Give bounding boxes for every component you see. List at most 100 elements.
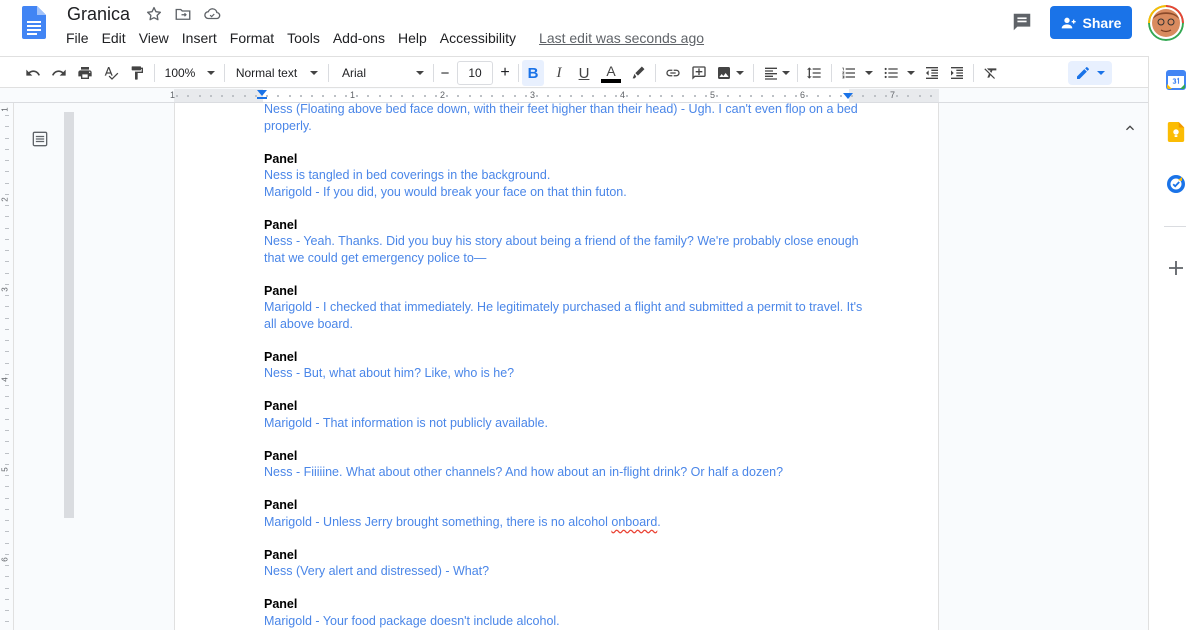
dialogue-line[interactable]: Ness - Yeah. Thanks. Did you buy his sto… — [264, 233, 864, 266]
ruler-tick — [547, 95, 549, 97]
print-icon[interactable] — [74, 60, 96, 86]
script-block: Panel Ness - But, what about him? Like, … — [264, 349, 864, 382]
document-title[interactable]: Granica — [67, 4, 130, 25]
panel-heading[interactable]: Panel — [264, 151, 864, 168]
spellcheck-icon[interactable] — [100, 60, 122, 86]
menu-tools[interactable]: Tools — [287, 30, 320, 46]
plus-icon[interactable] — [1166, 258, 1186, 278]
panel-heading[interactable]: Panel — [264, 448, 864, 465]
toolbar-divider — [797, 64, 798, 82]
font-size-input[interactable]: 10 — [457, 61, 493, 85]
ruler-tick — [5, 621, 9, 622]
docs-logo-icon[interactable] — [22, 6, 46, 39]
person-add-icon — [1061, 17, 1076, 28]
script-block: Panel Ness is tangled in bed coverings i… — [264, 151, 864, 201]
clear-formatting-icon[interactable] — [980, 60, 1002, 86]
ruler-tick — [5, 475, 9, 476]
menu-accessibility[interactable]: Accessibility — [440, 30, 516, 46]
script-block: Ness (Floating above bed face down, with… — [264, 103, 864, 134]
avatar[interactable] — [1148, 5, 1184, 41]
dialogue-line[interactable]: Marigold - Unless Jerry brought somethin… — [264, 514, 864, 531]
vertical-ruler[interactable]: 1 2 3 4 5 6 — [0, 103, 14, 630]
chevron-up-icon[interactable] — [1122, 120, 1138, 136]
editing-mode-button[interactable] — [1068, 61, 1112, 85]
dialogue-line[interactable]: Marigold - If you did, you would break y… — [264, 184, 864, 201]
line-spacing-icon[interactable] — [803, 60, 825, 86]
menu-view[interactable]: View — [139, 30, 169, 46]
last-edit-link[interactable]: Last edit was seconds ago — [539, 30, 704, 46]
underline-button[interactable]: U — [573, 60, 595, 86]
ruler-tick — [604, 95, 606, 97]
font-select[interactable]: Arial — [338, 60, 428, 86]
keep-icon[interactable] — [1166, 122, 1186, 142]
dialogue-line[interactable]: Marigold - That information is not publi… — [264, 415, 864, 432]
numbered-list-icon[interactable] — [838, 60, 876, 86]
highlight-icon[interactable] — [627, 60, 649, 86]
dialogue-line[interactable]: Marigold - I checked that immediately. H… — [264, 299, 864, 332]
folder-move-icon[interactable] — [173, 4, 193, 24]
ruler-tick — [5, 554, 9, 555]
style-value: Normal text — [235, 66, 298, 80]
header: Granica File Edit View Insert Format Too… — [0, 0, 1200, 56]
dialogue-line[interactable]: Ness (Floating above bed face down, with… — [264, 103, 864, 134]
calendar-icon[interactable] — [1166, 70, 1186, 90]
dialogue-line[interactable]: Marigold - Your food package doesn't inc… — [264, 613, 864, 630]
italic-button[interactable]: I — [548, 60, 570, 86]
horizontal-ruler[interactable]: 1 1 2 3 4 5 6 7 — [0, 89, 1148, 103]
star-icon[interactable] — [144, 4, 164, 24]
insert-image-icon[interactable] — [714, 60, 746, 86]
dialogue-line[interactable]: Ness (Very alert and distressed) - What? — [264, 563, 864, 580]
panel-heading[interactable]: Panel — [264, 398, 864, 415]
misspelled-word[interactable]: onboard — [611, 515, 657, 529]
panel-heading[interactable]: Panel — [264, 349, 864, 366]
menu-help[interactable]: Help — [398, 30, 427, 46]
menu-file[interactable]: File — [66, 30, 89, 46]
ruler-tick — [5, 329, 9, 330]
document-body[interactable]: Ness (Floating above bed face down, with… — [264, 103, 864, 630]
undo-icon[interactable] — [22, 60, 44, 86]
ruler-tick — [5, 464, 9, 465]
panel-heading[interactable]: Panel — [264, 497, 864, 514]
ruler-tick — [896, 95, 898, 97]
cloud-saved-icon[interactable] — [202, 4, 222, 24]
document-page[interactable]: Ness (Floating above bed face down, with… — [174, 103, 939, 630]
bulleted-list-icon[interactable] — [880, 60, 918, 86]
panel-heading[interactable]: Panel — [264, 547, 864, 564]
dialogue-line[interactable]: Ness - Fiiiiine. What about other channe… — [264, 464, 864, 481]
script-block: Panel Marigold - Your food package doesn… — [264, 596, 864, 629]
align-left-icon[interactable] — [760, 60, 792, 86]
text-color-button[interactable]: A — [599, 60, 623, 86]
decrease-indent-icon[interactable] — [921, 60, 943, 86]
chevron-down-icon — [207, 71, 216, 75]
ruler-tick — [829, 95, 831, 97]
redo-icon[interactable] — [48, 60, 70, 86]
panel-heading[interactable]: Panel — [264, 283, 864, 300]
panel-heading[interactable]: Panel — [264, 217, 864, 234]
tasks-icon[interactable] — [1166, 174, 1186, 194]
menu-format[interactable]: Format — [230, 30, 274, 46]
add-comment-icon[interactable] — [688, 60, 710, 86]
menu-insert[interactable]: Insert — [182, 30, 217, 46]
document-outline-icon[interactable] — [30, 129, 50, 149]
style-select[interactable]: Normal text — [232, 60, 322, 86]
dialogue-line[interactable]: Ness - But, what about him? Like, who is… — [264, 365, 864, 382]
zoom-select[interactable]: 100% — [162, 60, 218, 86]
ruler-tick — [345, 95, 347, 97]
menu-edit[interactable]: Edit — [102, 30, 126, 46]
decrease-font-size-button[interactable]: − — [436, 60, 454, 86]
insert-link-icon[interactable] — [662, 60, 684, 86]
increase-indent-icon[interactable] — [946, 60, 968, 86]
ruler-tick — [514, 95, 516, 97]
vertical-scrollbar[interactable] — [1139, 103, 1148, 630]
comment-icon[interactable] — [1010, 10, 1034, 34]
bold-button[interactable]: B — [522, 60, 544, 86]
dialogue-line[interactable]: Ness is tangled in bed coverings in the … — [264, 167, 864, 184]
share-button[interactable]: Share — [1050, 6, 1132, 39]
script-block: Panel Ness (Very alert and distressed) -… — [264, 547, 864, 580]
menu-addons[interactable]: Add-ons — [333, 30, 385, 46]
ruler-tick — [5, 453, 9, 454]
increase-font-size-button[interactable]: + — [496, 60, 514, 86]
ruler-tick — [5, 599, 9, 600]
paint-format-icon[interactable] — [126, 60, 148, 86]
panel-heading[interactable]: Panel — [264, 596, 864, 613]
